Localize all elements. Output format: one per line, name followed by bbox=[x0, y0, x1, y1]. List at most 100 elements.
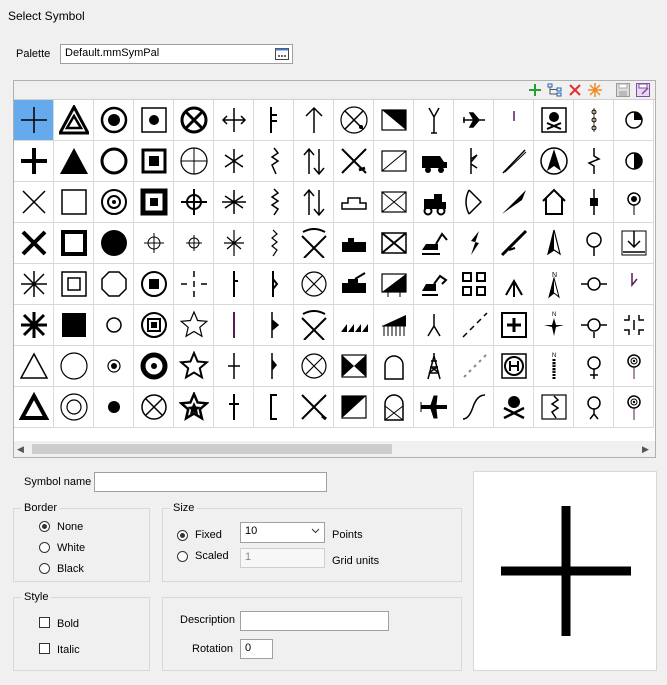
chevrons-up-icon[interactable] bbox=[494, 264, 534, 305]
dash-corners-icon[interactable] bbox=[614, 305, 654, 346]
circle-cross-icon[interactable] bbox=[174, 141, 214, 182]
x-thin-icon[interactable] bbox=[14, 182, 54, 223]
circle-x-icon[interactable] bbox=[174, 100, 214, 141]
line-circle-icon[interactable] bbox=[574, 264, 614, 305]
italic-label[interactable]: Italic bbox=[57, 644, 80, 656]
fork-down-icon[interactable] bbox=[414, 305, 454, 346]
flag-r-icon[interactable] bbox=[254, 305, 294, 346]
arch-icon[interactable] bbox=[374, 346, 414, 387]
square-open-icon[interactable] bbox=[54, 182, 94, 223]
circle-large-icon[interactable] bbox=[54, 346, 94, 387]
zigzag-v2-icon[interactable] bbox=[254, 182, 294, 223]
x-bold-icon[interactable] bbox=[14, 223, 54, 264]
zigzag-box-icon[interactable] bbox=[534, 387, 574, 428]
arrow-compass-icon[interactable] bbox=[534, 141, 574, 182]
dash-diag-icon[interactable] bbox=[454, 305, 494, 346]
triangle-thick-icon[interactable] bbox=[14, 387, 54, 428]
mine-shape-icon[interactable] bbox=[334, 182, 374, 223]
asterisk8-bold-icon[interactable] bbox=[14, 305, 54, 346]
octagon-icon[interactable] bbox=[94, 264, 134, 305]
arrow-up-icon[interactable] bbox=[294, 100, 334, 141]
factory-icon[interactable] bbox=[334, 223, 374, 264]
half-circle-icon[interactable] bbox=[614, 141, 654, 182]
venus-a-icon[interactable] bbox=[574, 387, 614, 428]
description-input[interactable] bbox=[240, 611, 389, 631]
target-sm-icon[interactable] bbox=[134, 223, 174, 264]
triangle-open-icon[interactable] bbox=[14, 346, 54, 387]
circle-square-icon[interactable] bbox=[134, 264, 174, 305]
add-icon[interactable] bbox=[527, 82, 543, 98]
arrows-updown-icon[interactable] bbox=[294, 141, 334, 182]
asterisk-bold-icon[interactable] bbox=[214, 182, 254, 223]
bracket-arc-icon[interactable] bbox=[454, 182, 494, 223]
notch-r-icon[interactable] bbox=[454, 223, 494, 264]
asterisk-v-icon[interactable] bbox=[214, 223, 254, 264]
circle-x2-icon[interactable] bbox=[294, 346, 334, 387]
dash-cross-icon[interactable] bbox=[174, 264, 214, 305]
asterisk8-icon[interactable] bbox=[14, 264, 54, 305]
line-circle2-icon[interactable] bbox=[574, 305, 614, 346]
arrow-n-icon[interactable] bbox=[534, 223, 574, 264]
circle-dot-ring-icon[interactable] bbox=[94, 100, 134, 141]
circle-x3-icon[interactable] bbox=[134, 387, 174, 428]
loader-icon[interactable] bbox=[414, 264, 454, 305]
dot-filled-icon[interactable] bbox=[94, 387, 134, 428]
pickaxe2-icon[interactable] bbox=[294, 387, 334, 428]
save-as-icon[interactable] bbox=[635, 82, 651, 98]
dot-diag-icon[interactable] bbox=[454, 346, 494, 387]
border-black-label[interactable]: Black bbox=[57, 563, 84, 575]
square-dot-icon[interactable] bbox=[134, 100, 174, 141]
tractor-icon[interactable] bbox=[414, 182, 454, 223]
circle-open-icon[interactable] bbox=[94, 141, 134, 182]
rotation-input[interactable]: 0 bbox=[240, 639, 273, 659]
border-none-label[interactable]: None bbox=[57, 521, 83, 533]
arrows-updown2-icon[interactable] bbox=[294, 182, 334, 223]
flag-half-icon[interactable] bbox=[254, 346, 294, 387]
excavator-icon[interactable] bbox=[414, 223, 454, 264]
diamond-line-icon[interactable] bbox=[574, 182, 614, 223]
tree-icon[interactable] bbox=[547, 82, 563, 98]
plus-box-icon[interactable] bbox=[494, 305, 534, 346]
size-fixed-label[interactable]: Fixed bbox=[195, 529, 222, 541]
star-open-icon[interactable] bbox=[174, 305, 214, 346]
italic-checkbox[interactable] bbox=[39, 643, 50, 654]
border-none-radio[interactable] bbox=[39, 521, 50, 532]
bracket-l-icon[interactable] bbox=[254, 387, 294, 428]
comb-flag-icon[interactable] bbox=[374, 305, 414, 346]
circle-dot-line-icon[interactable] bbox=[614, 182, 654, 223]
circle-dot-stem-icon[interactable] bbox=[614, 346, 654, 387]
scroll-left-icon[interactable]: ◀ bbox=[17, 444, 24, 455]
bar-v-icon[interactable] bbox=[214, 264, 254, 305]
flag-tri-icon[interactable] bbox=[374, 264, 414, 305]
size-fixed-dropdown[interactable]: 10 bbox=[240, 522, 325, 543]
pie-quarter-icon[interactable] bbox=[614, 100, 654, 141]
zigzag-v3-icon[interactable] bbox=[254, 223, 294, 264]
flag-n-icon[interactable] bbox=[454, 141, 494, 182]
tank-icon[interactable] bbox=[334, 264, 374, 305]
bold-label[interactable]: Bold bbox=[57, 618, 79, 630]
rect-cross-icon[interactable] bbox=[374, 223, 414, 264]
circle-stem-icon[interactable] bbox=[574, 223, 614, 264]
circle-ring-dot-icon[interactable] bbox=[94, 182, 134, 223]
circle-ring-bold-icon[interactable] bbox=[134, 346, 174, 387]
star-open2-icon[interactable] bbox=[174, 346, 214, 387]
target-xs-icon[interactable] bbox=[174, 223, 214, 264]
chevron-down-icon[interactable] bbox=[311, 526, 320, 538]
triangle-double-icon[interactable] bbox=[54, 100, 94, 141]
circle-filled-icon[interactable] bbox=[94, 223, 134, 264]
circle-double-icon[interactable] bbox=[54, 387, 94, 428]
plus-bold-icon[interactable] bbox=[14, 141, 54, 182]
triangles-row-icon[interactable] bbox=[334, 305, 374, 346]
dots-vertical-icon[interactable] bbox=[574, 100, 614, 141]
asterisk6-icon[interactable] bbox=[214, 141, 254, 182]
horizontal-scrollbar[interactable]: ◀ ▶ bbox=[14, 441, 655, 457]
zigzag-v-icon[interactable] bbox=[254, 141, 294, 182]
border-white-radio[interactable] bbox=[39, 542, 50, 553]
size-scaled-radio[interactable] bbox=[177, 551, 188, 562]
rect-diag-icon[interactable] bbox=[374, 141, 414, 182]
triangle-flag-icon[interactable] bbox=[374, 100, 414, 141]
north-arrow-icon[interactable]: N bbox=[534, 264, 574, 305]
rect-x-icon[interactable] bbox=[374, 182, 414, 223]
circle-square2-icon[interactable] bbox=[134, 305, 174, 346]
star-filled-icon[interactable] bbox=[174, 387, 214, 428]
